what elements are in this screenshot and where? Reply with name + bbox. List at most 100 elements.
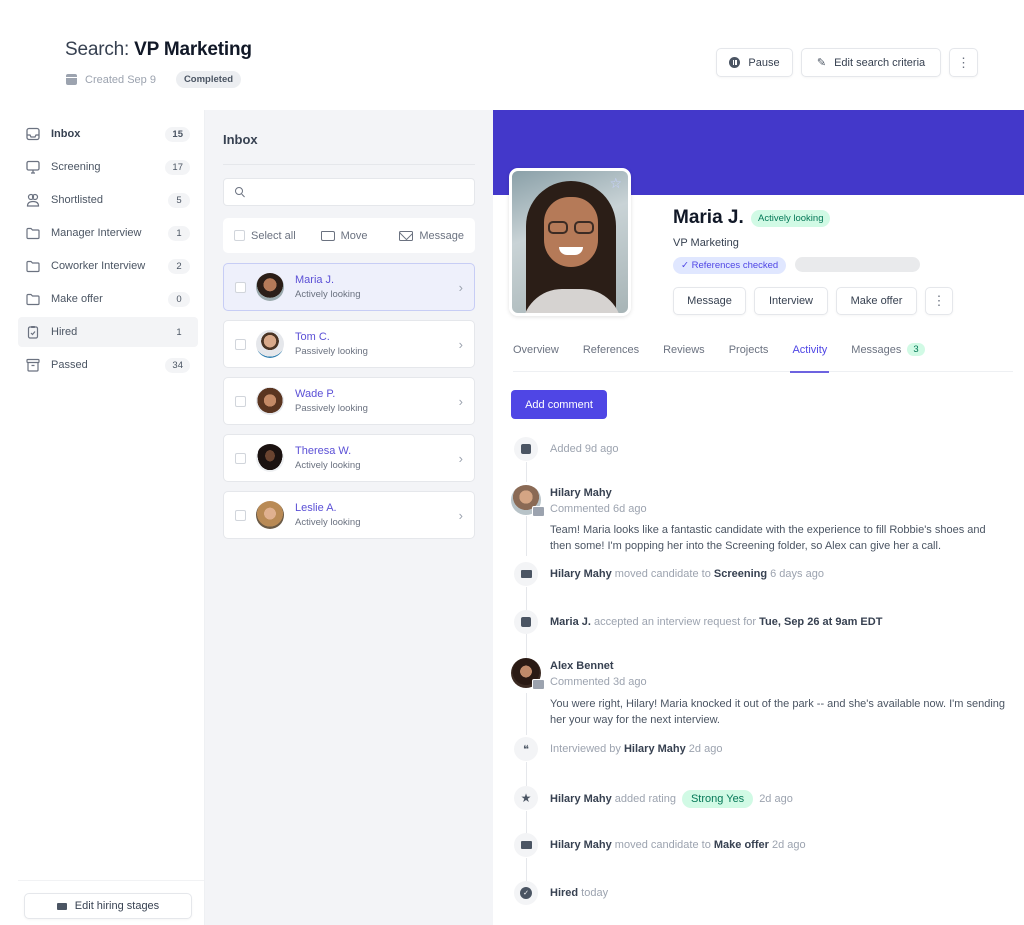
candidate-checkbox[interactable] (235, 338, 246, 350)
edit-search-criteria-button[interactable]: ✎ Edit search criteria (801, 48, 941, 77)
more-options-button[interactable]: ⋮ (949, 48, 978, 77)
message-button[interactable]: Message (399, 230, 464, 242)
tab-label: References (582, 344, 640, 356)
sidebar-item-label: Screening (51, 161, 101, 173)
candidate-checkbox[interactable] (235, 281, 246, 293)
calendar-icon (521, 617, 531, 627)
candidate-checkbox[interactable] (235, 452, 246, 464)
select-all-checkbox[interactable] (234, 230, 245, 241)
chevron-right-icon: › (458, 393, 463, 409)
candidate-card[interactable]: Leslie A. Actively looking › (223, 491, 475, 539)
activity-interview-accepted: Maria J. accepted an interview request f… (550, 616, 883, 628)
sidebar-item-passed[interactable]: Passed 34 (18, 350, 198, 380)
folder-icon (26, 259, 40, 273)
sidebar-item-label: Coworker Interview (51, 260, 146, 272)
chevron-right-icon: › (458, 279, 463, 295)
tab-projects[interactable]: Projects (729, 335, 769, 372)
created-date: Created Sep 9 (85, 73, 156, 86)
candidate-status: Actively looking (295, 517, 361, 528)
search-icon (235, 187, 243, 195)
pause-icon (729, 57, 741, 68)
comment-body: You were right, Hilary! Maria knocked it… (550, 698, 1006, 726)
activity-moved-make-offer: Hilary Mahy moved candidate to Make offe… (550, 839, 806, 851)
header-actions: Pause ✎ Edit search criteria ⋮ (716, 48, 978, 77)
page-header: Search: VP Marketing Created Sep 9 Compl… (0, 0, 1024, 110)
timeline-icon (514, 833, 538, 857)
select-all[interactable]: Select all (234, 230, 296, 242)
sidebar-item-screening[interactable]: Screening 17 (18, 152, 198, 182)
timeline-connector (526, 516, 527, 556)
star-icon[interactable]: ☆ (609, 175, 622, 192)
sidebar-item-shortlisted[interactable]: Shortlisted 5 (18, 185, 198, 215)
timeline-connector (526, 462, 527, 482)
select-all-label: Select all (251, 229, 296, 242)
inbox-title: Inbox (223, 132, 258, 147)
tab-messages[interactable]: Messages 3 (851, 335, 925, 372)
timeline-icon (514, 610, 538, 634)
sidebar-item-count: 34 (165, 357, 190, 373)
profile-tabs: Overview References Reviews Projects Act… (513, 335, 1013, 373)
folder-icon (26, 292, 40, 306)
sidebar-item-manager-interview[interactable]: Manager Interview 1 (18, 218, 198, 248)
timeline-connector (526, 587, 527, 611)
sidebar-item-count: 1 (176, 326, 182, 338)
candidate-photo: ☆ (509, 168, 631, 316)
tab-activity[interactable]: Activity (790, 335, 830, 373)
tab-reviews[interactable]: Reviews (663, 335, 705, 372)
sidebar-item-label: Passed (51, 359, 88, 371)
meta-row: Created Sep 9 Completed (66, 71, 242, 88)
tab-label: Overview (513, 344, 559, 356)
sidebar-item-make-offer[interactable]: Make offer 0 (18, 284, 198, 314)
add-comment-button[interactable]: Add comment (511, 390, 607, 419)
edit-hiring-stages-button[interactable]: Edit hiring stages (24, 893, 192, 919)
inbox-icon (26, 127, 40, 141)
move-button[interactable]: Move (320, 229, 368, 242)
tab-references[interactable]: References (583, 335, 639, 372)
profile-more-button[interactable]: ⋮ (925, 287, 953, 315)
availability-badge: Actively looking (751, 210, 831, 227)
candidate-info: Leslie A. Actively looking (295, 502, 360, 528)
sidebar-item-inbox[interactable]: Inbox 15 (18, 119, 198, 149)
chat-icon: ❝ (523, 743, 529, 756)
candidate-card[interactable]: Tom C. Passively looking › (223, 320, 475, 368)
rating-badge: Strong Yes (681, 790, 754, 808)
monitor-icon (26, 160, 40, 174)
avatar (256, 387, 284, 415)
sidebar-item-count: 2 (168, 258, 190, 274)
sidebar-item-label: Manager Interview (51, 227, 142, 239)
timeline-icon (514, 562, 538, 586)
pause-button[interactable]: Pause (716, 48, 793, 77)
make-offer-button[interactable]: Make offer (836, 287, 917, 315)
candidate-card[interactable]: Wade P. Passively looking › (223, 377, 475, 425)
chevron-right-icon: › (458, 336, 463, 352)
move-label: Move (340, 229, 368, 242)
candidate-status: Passively looking (295, 346, 368, 357)
activity-hired: Hired today (550, 887, 609, 899)
candidate-checkbox[interactable] (235, 509, 246, 521)
sidebar-item-hired[interactable]: Hired 1 (18, 317, 198, 347)
candidate-name: Theresa W. (295, 445, 352, 457)
candidate-card[interactable]: Theresa W. Actively looking › (223, 434, 475, 482)
bulk-actions-bar: Select all Move Message (223, 218, 475, 253)
interview-button[interactable]: Interview (754, 287, 828, 315)
tab-label: Projects (728, 344, 769, 356)
activity-interviewed: Interviewed by Hilary Mahy 2d ago (550, 743, 723, 755)
candidate-card[interactable]: Maria J. Actively looking › (223, 263, 475, 311)
timeline-connector (526, 693, 527, 735)
comment-author: Hilary Mahy (550, 487, 612, 499)
chevron-right-icon: › (458, 450, 463, 466)
avatar (256, 273, 284, 301)
comment-author: Alex Bennet (550, 660, 614, 672)
sidebar-item-coworker-interview[interactable]: Coworker Interview 2 (18, 251, 198, 281)
message-button[interactable]: Message (673, 287, 746, 315)
timeline-icon (514, 437, 538, 461)
folder-icon (26, 226, 40, 240)
sidebar-item-label: Inbox (51, 128, 81, 140)
tab-overview[interactable]: Overview (513, 335, 559, 372)
search-input[interactable] (223, 178, 475, 206)
candidate-checkbox[interactable] (235, 395, 246, 407)
users-icon (26, 193, 40, 207)
edit-label: Edit search criteria (834, 56, 926, 69)
candidate-info: Wade P. Passively looking (295, 388, 368, 414)
archive-icon (26, 358, 40, 372)
